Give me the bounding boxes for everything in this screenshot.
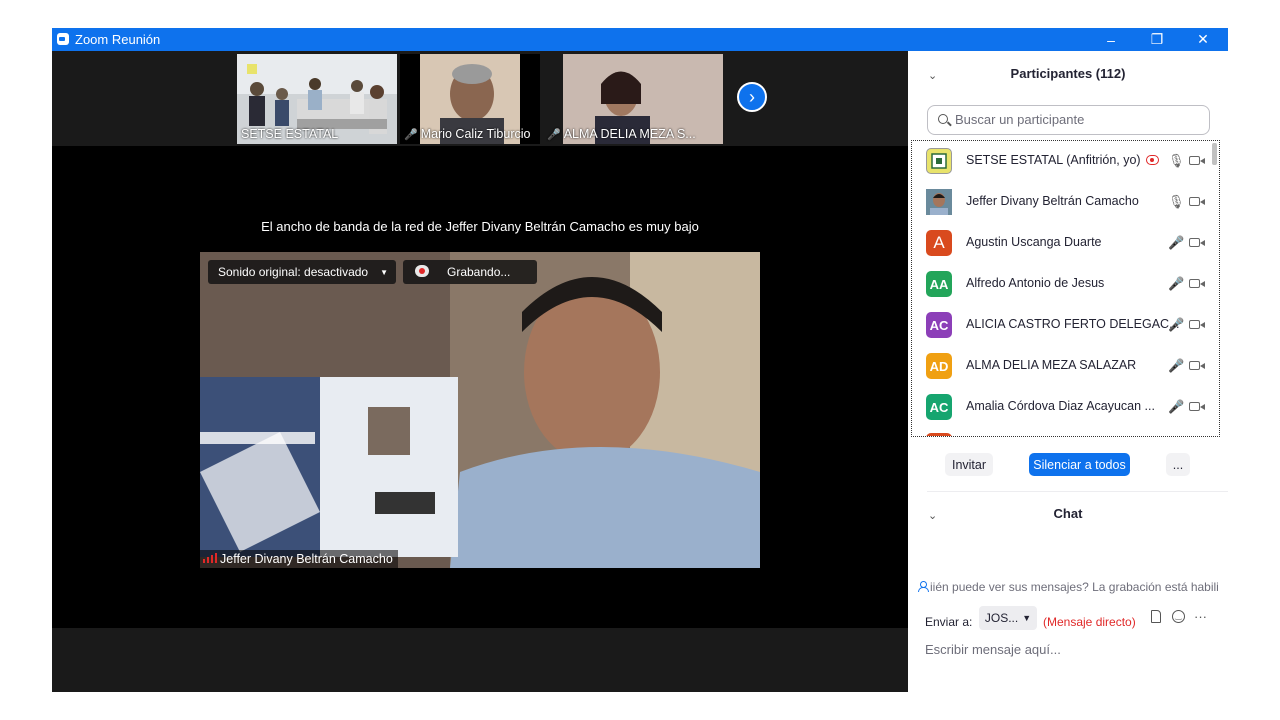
participant-name: Agustin Uscanga Duarte — [966, 235, 1102, 249]
video-frame — [200, 252, 760, 568]
file-icon[interactable] — [1151, 610, 1161, 623]
camera-icon[interactable] — [1189, 197, 1205, 206]
invite-button[interactable]: Invitar — [945, 453, 993, 476]
participant-list: SETSE ESTATAL (Anfitrión, yo) 🎙 Jeffer D… — [911, 140, 1220, 437]
thumbnail-setse[interactable]: SETSE ESTATAL — [237, 54, 397, 144]
window-title: Zoom Reunión — [75, 32, 161, 47]
recipient-value: JOS... — [984, 611, 1019, 625]
thumbnail-mario[interactable]: 🎤 Mario Caliz Tiburcio — [400, 54, 540, 144]
thumbnail-label: Mario Caliz Tiburcio — [420, 127, 531, 141]
camera-icon[interactable] — [1189, 279, 1205, 288]
more-chat-options-icon[interactable]: ··· — [1194, 609, 1207, 624]
mute-all-button[interactable]: Silenciar a todos — [1029, 453, 1130, 476]
mic-icon[interactable]: 🎙 — [1168, 194, 1185, 210]
mic-icon[interactable]: 🎙 — [1168, 153, 1185, 169]
recording-cloud-icon — [1146, 155, 1159, 165]
thumbnail-alma[interactable]: 🎤 ALMA DELIA MEZA S... — [543, 54, 723, 144]
active-speaker-video[interactable]: Sonido original: desactivado ▼ Grabando.… — [200, 252, 760, 568]
avatar: AD — [926, 353, 952, 379]
thumbnail-label-wrap: 🎤 ALMA DELIA MEZA S... — [547, 127, 696, 141]
camera-icon[interactable] — [1189, 238, 1205, 247]
avatar: AC — [926, 394, 952, 420]
avatar — [926, 189, 952, 215]
caret-down-icon: ▼ — [380, 267, 388, 277]
mic-muted-icon[interactable]: 🎤 — [1168, 399, 1184, 415]
participant-name: Amalia Córdova Diaz Acayucan ... — [966, 399, 1155, 413]
avatar: A — [926, 230, 952, 256]
speaker-name: Jeffer Divany Beltrán Camacho — [220, 552, 393, 566]
recording-label: Grabando... — [447, 265, 511, 279]
recording-indicator[interactable]: Grabando... — [403, 260, 537, 284]
chevron-down-icon: ▼ — [1022, 613, 1032, 623]
mic-muted-icon: 🎤 — [547, 129, 561, 141]
privacy-text: iién puede ver sus mensajes? La grabació… — [930, 580, 1218, 594]
photo-avatar — [926, 189, 952, 215]
participant-scrollbar[interactable] — [1212, 143, 1217, 165]
participant-row[interactable]: AC ALICIA CASTRO FERTO DELEGAC... 🎤 — [912, 305, 1212, 346]
partial-avatar — [926, 433, 952, 436]
emoji-icon[interactable]: ‿ — [1172, 610, 1185, 623]
thumbnail-strip: SETSE ESTATAL 🎤 Mario Caliz Tiburcio 🎤 A… — [52, 51, 908, 146]
original-sound-toggle[interactable]: Sonido original: desactivado ▼ — [208, 260, 396, 284]
participant-row[interactable]: Jeffer Divany Beltrán Camacho 🎙 — [912, 182, 1212, 223]
send-to-label: Enviar a: — [925, 615, 973, 629]
mic-muted-icon: 🎤 — [404, 129, 418, 141]
participant-row[interactable]: A Agustin Uscanga Duarte 🎤 — [912, 223, 1212, 264]
title-bar: Zoom Reunión – ❐ ✕ — [52, 28, 1228, 51]
mic-muted-icon[interactable]: 🎤 — [1168, 276, 1184, 292]
recipient-dropdown[interactable]: JOS... ▼ — [979, 606, 1037, 630]
chat-header: Chat — [1053, 506, 1083, 521]
meeting-area: SETSE ESTATAL 🎤 Mario Caliz Tiburcio 🎤 A… — [52, 51, 908, 692]
shield-logo-icon — [931, 153, 947, 169]
side-panel: ⌄ Participantes (112) Buscar un particip… — [908, 51, 1228, 692]
participant-name: Jeffer Divany Beltrán Camacho — [966, 194, 1139, 208]
participant-search-input[interactable]: Buscar un participante — [927, 105, 1210, 135]
participant-row[interactable]: AA Alfredo Antonio de Jesus 🎤 — [912, 264, 1212, 305]
signal-strength-icon — [203, 553, 217, 563]
search-icon — [938, 114, 948, 124]
cloud-record-icon — [415, 265, 429, 277]
thumbnail-label: ALMA DELIA MEZA S... — [563, 127, 696, 141]
zoom-logo-icon — [57, 33, 69, 45]
participant-row[interactable]: AC Amalia Córdova Diaz Acayucan ... 🎤 — [912, 387, 1212, 428]
camera-icon[interactable] — [1189, 156, 1205, 165]
search-placeholder: Buscar un participante — [955, 112, 1085, 127]
participant-name: SETSE ESTATAL (Anfitrión, yo) — [966, 153, 1141, 167]
chat-message-input[interactable]: Escribir mensaje aquí... — [925, 642, 1061, 657]
more-options-button[interactable]: ... — [1166, 453, 1190, 476]
avatar: AA — [926, 271, 952, 297]
person-privacy-icon — [918, 581, 929, 592]
participant-row[interactable]: AD ALMA DELIA MEZA SALAZAR 🎤 — [912, 346, 1212, 387]
next-page-button[interactable]: › — [737, 82, 767, 112]
original-sound-label: Sonido original: desactivado — [218, 265, 369, 279]
minimize-button[interactable]: – — [1088, 28, 1134, 51]
thumbnail-label-wrap: 🎤 Mario Caliz Tiburcio — [404, 127, 530, 141]
camera-icon[interactable] — [1189, 361, 1205, 370]
participant-name: Alfredo Antonio de Jesus — [966, 276, 1105, 290]
bandwidth-notice: El ancho de banda de la red de Jeffer Di… — [261, 219, 699, 234]
meeting-toolbar — [52, 628, 908, 692]
close-button[interactable]: ✕ — [1180, 28, 1226, 51]
participants-header: Participantes (112) — [1010, 66, 1126, 81]
mic-muted-icon[interactable]: 🎤 — [1168, 235, 1184, 251]
participant-row[interactable]: SETSE ESTATAL (Anfitrión, yo) 🎙 — [912, 141, 1212, 182]
chevron-right-icon: › — [749, 86, 755, 107]
avatar — [926, 148, 952, 174]
participant-name: ALICIA CASTRO FERTO DELEGAC... — [966, 317, 1180, 331]
mic-muted-icon[interactable]: 🎤 — [1168, 358, 1184, 374]
camera-icon[interactable] — [1189, 320, 1205, 329]
camera-icon[interactable] — [1189, 402, 1205, 411]
restore-button[interactable]: ❐ — [1134, 28, 1180, 51]
mic-muted-icon[interactable]: 🎤 — [1168, 317, 1184, 333]
speaker-name-tag: Jeffer Divany Beltrán Camacho — [200, 550, 398, 568]
thumbnail-label: SETSE ESTATAL — [241, 127, 339, 141]
avatar: AC — [926, 312, 952, 338]
chat-privacy-notice[interactable]: iién puede ver sus mensajes? La grabació… — [918, 580, 1218, 594]
direct-message-label: (Mensaje directo) — [1043, 615, 1136, 629]
zoom-window: Zoom Reunión – ❐ ✕ SETSE ESTATAL 🎤 Mario… — [52, 28, 1228, 692]
participant-name: ALMA DELIA MEZA SALAZAR — [966, 358, 1137, 372]
section-divider — [927, 491, 1228, 492]
